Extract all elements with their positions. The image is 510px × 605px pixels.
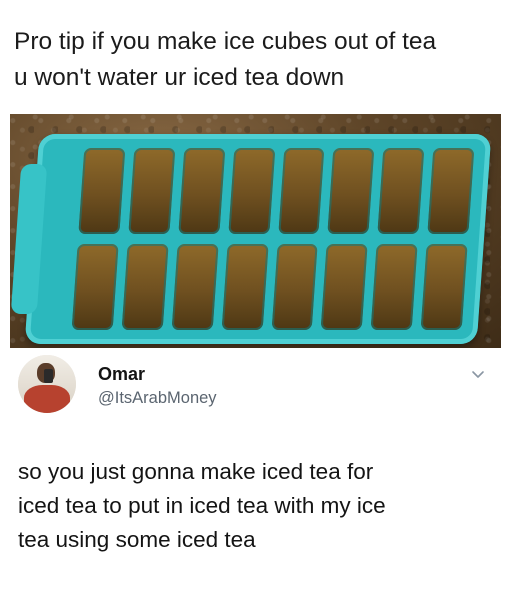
display-name[interactable]: Omar: [98, 364, 145, 385]
tweet-body: so you just gonna make iced tea for iced…: [18, 455, 498, 557]
tea-ice-cube: [427, 148, 475, 234]
user-handle[interactable]: @ItsArabMoney: [98, 389, 217, 408]
tea-ice-cube: [221, 244, 269, 330]
tea-ice-cube: [121, 244, 169, 330]
tea-ice-cube: [78, 148, 126, 234]
tea-ice-cube: [377, 148, 425, 234]
tea-ice-cube: [128, 148, 176, 234]
tea-ice-cube: [178, 148, 225, 234]
tea-ice-cube: [327, 148, 375, 234]
chevron-down-icon[interactable]: [470, 367, 486, 383]
tweet-line: iced tea to put in iced tea with my ice: [18, 493, 386, 518]
tea-ice-cube: [271, 244, 319, 330]
caption-line: u won't water ur iced tea down: [14, 64, 345, 91]
avatar[interactable]: [18, 355, 76, 413]
tea-ice-cube: [370, 244, 418, 330]
tray-cells: [71, 148, 475, 330]
tea-ice-cube: [277, 148, 325, 234]
caption-line: Pro tip if you make ice cubes out of tea: [14, 28, 437, 55]
post-caption: Pro tip if you make ice cubes out of tea…: [14, 24, 500, 96]
tea-ice-cube: [227, 148, 275, 234]
tea-ice-cube: [171, 244, 219, 330]
tweet-line: tea using some iced tea: [18, 527, 256, 552]
ice-cube-tray: [10, 134, 492, 344]
tweet-line: so you just gonna make iced tea for: [18, 459, 374, 484]
tea-ice-cube: [71, 244, 119, 330]
avatar-shirt: [24, 385, 70, 413]
ice-tray-photo: [10, 114, 501, 348]
tea-ice-cube: [420, 244, 468, 330]
tea-ice-cube: [321, 244, 368, 330]
avatar-phone: [44, 369, 53, 383]
